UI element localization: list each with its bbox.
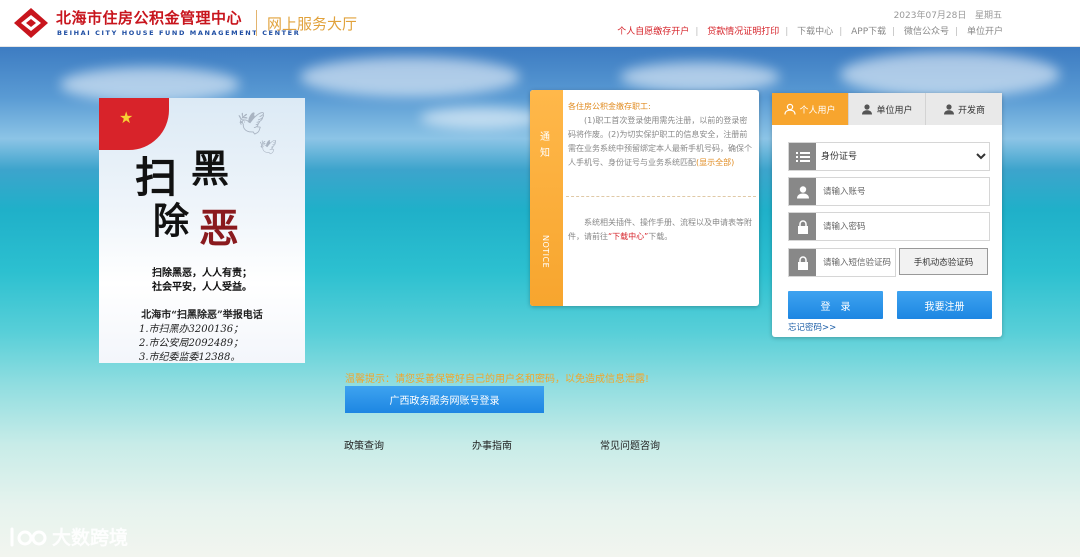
developer-icon <box>943 104 954 115</box>
nav-voluntary-account[interactable]: 个人自愿缴存开户 <box>617 27 689 37</box>
watermark-logo-icon <box>10 527 47 546</box>
flag-graphic: ★ <box>99 98 169 150</box>
register-button[interactable]: 我要注册 <box>897 291 992 319</box>
poster-char: 黑 <box>191 146 230 191</box>
nav-download-center[interactable]: 下载中心 <box>797 27 833 37</box>
poster-hotline-item: 2.市公安局2092489； <box>139 338 244 349</box>
login-panel: 个人用户 单位用户 开发商 身份证号 请输入账号 请输入密码 请输入短信验证码 … <box>772 93 1002 337</box>
lock-icon <box>789 249 816 276</box>
notice-divider <box>566 196 756 197</box>
dove-icon: 🕊 <box>237 112 265 137</box>
download-center-link[interactable]: “下载中心” <box>608 232 648 241</box>
user-icon <box>789 178 816 205</box>
top-nav: 个人自愿缴存开户 | 贷款情况证明打印 | 下载中心 | APP下载 | 微信公众号 | … <box>617 27 1003 37</box>
watermark-text: 大数跨境 <box>52 527 129 549</box>
password-field[interactable]: 请输入密码 <box>788 212 990 241</box>
current-date: 2023年07月28日 <box>893 11 967 21</box>
poster-hotline: 北海市“扫黑除恶”举报电话 <box>141 310 263 321</box>
date-display: 2023年07月28日 星期五 <box>894 8 1002 21</box>
tab-label: 开发商 <box>957 105 985 116</box>
account-input[interactable]: 请输入账号 <box>823 185 866 197</box>
site-title-en: BEIHAI CITY HOUSE FUND MANAGEMENT CENTER <box>57 29 301 37</box>
nav-loan-certificate[interactable]: 贷款情况证明打印 <box>707 27 779 37</box>
id-type-select[interactable]: 身份证号 <box>817 143 989 170</box>
poster-hotline-item: 3.市纪委监委12388。 <box>139 352 241 363</box>
notice-panel: 通知 NOTICE 各住房公积金缴存职工: (1)职工首次登录使用需先注册，以前… <box>530 90 759 306</box>
nav-unit-account[interactable]: 单位开户 <box>967 27 1003 37</box>
notice-text: 下载。 <box>648 232 673 241</box>
forgot-password-link[interactable]: 忘记密码>> <box>788 321 836 333</box>
login-button[interactable]: 登 录 <box>788 291 883 319</box>
logo-divider <box>256 10 257 36</box>
notice-tab-en: NOTICE <box>541 235 550 269</box>
tab-unit-user[interactable]: 单位用户 <box>848 93 925 125</box>
nav-wechat[interactable]: 微信公众号 <box>904 27 949 37</box>
notice-content: 各住房公积金缴存职工: (1)职工首次登录使用需先注册，以前的登录密码将作废。(… <box>568 100 754 170</box>
anti-crime-poster[interactable]: ★ 🕊 🕊 扫 黑 除 恶 扫除黑恶，人人有责； 社会平安，人人受益。 北海市“… <box>99 98 305 363</box>
poster-char: 恶 <box>199 205 239 252</box>
notice-tab-cn: 通知 <box>540 132 550 159</box>
notice-content-2: 系统相关插件、操作手册、流程以及申请表等附件，请前往“下载中心”下载。 <box>568 216 754 244</box>
user-icon <box>784 103 797 115</box>
gx-gov-login-button[interactable]: 广西政务服务网账号登录 <box>345 386 544 413</box>
site-title-cn: 北海市住房公积金管理中心 <box>56 9 243 27</box>
watermark: 大数跨境 <box>8 523 128 550</box>
get-sms-code-button[interactable]: 手机动态验证码 <box>899 248 988 275</box>
logo-house-icon <box>14 8 48 38</box>
warm-tip: 温馨提示：请您妥善保管好自己的用户名和密码，以免造成信息泄露! <box>345 374 650 385</box>
link-service-guide[interactable]: 办事指南 <box>472 437 512 452</box>
sms-code-field[interactable]: 请输入短信验证码 <box>788 248 896 277</box>
tab-label: 个人用户 <box>799 105 836 116</box>
user-type-tabs: 个人用户 单位用户 开发商 <box>772 93 1002 125</box>
poster-slogan: 扫除黑恶，人人有责； <box>152 268 252 279</box>
poster-char: 除 <box>153 200 190 242</box>
nav-app-download[interactable]: APP下载 <box>851 27 886 37</box>
id-type-field[interactable]: 身份证号 <box>788 142 990 171</box>
unit-user-icon <box>862 104 873 115</box>
link-policy-query[interactable]: 政策查询 <box>344 437 384 452</box>
notice-tab: 通知 NOTICE <box>530 90 563 306</box>
list-icon <box>789 143 816 170</box>
tab-personal-user[interactable]: 个人用户 <box>772 93 848 125</box>
dove-icon: 🕊 <box>259 140 277 156</box>
lock-icon <box>789 213 816 240</box>
current-weekday: 星期五 <box>974 11 1002 21</box>
poster-hotline-item: 1.市扫黑办3200136； <box>139 324 244 335</box>
password-input[interactable]: 请输入密码 <box>823 220 866 232</box>
notice-paragraph: 系统相关插件、操作手册、流程以及申请表等附件，请前往“下载中心”下载。 <box>568 216 754 244</box>
sms-code-input[interactable]: 请输入短信验证码 <box>823 256 891 268</box>
show-all-link[interactable]: (显示全部) <box>696 158 734 167</box>
tab-label: 单位用户 <box>876 105 913 116</box>
tab-developer[interactable]: 开发商 <box>925 93 1002 125</box>
link-faq[interactable]: 常见问题咨询 <box>600 437 660 452</box>
notice-paragraph: (1)职工首次登录使用需先注册，以前的登录密码将作废。(2)为切实保护职工的信息… <box>568 114 754 170</box>
site-subtitle: 网上服务大厅 <box>267 15 358 33</box>
site-header: 北海市住房公积金管理中心 BEIHAI CITY HOUSE FUND MANA… <box>0 0 1080 47</box>
poster-slogan: 社会平安，人人受益。 <box>152 282 252 293</box>
account-field[interactable]: 请输入账号 <box>788 177 990 206</box>
notice-title: 各住房公积金缴存职工: <box>568 102 651 111</box>
